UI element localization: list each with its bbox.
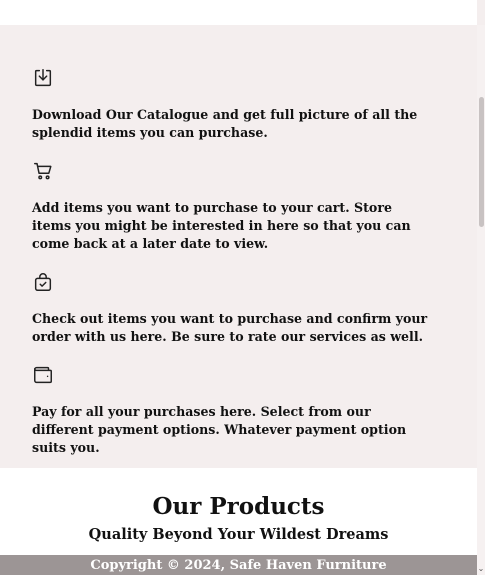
feature-payment: Pay for all your purchases here. Select … [32, 364, 432, 457]
products-title: Our Products [152, 493, 325, 520]
footer: Copyright © 2024, Safe Haven Furniture [0, 555, 477, 575]
scroll-down-arrow[interactable]: ⌄ [477, 563, 485, 575]
wallet-icon[interactable] [32, 364, 54, 386]
shopping-bag-check-icon[interactable] [32, 271, 54, 293]
feature-download-text: Download Our Catalogue and get full pict… [32, 107, 418, 140]
products-subtitle: Quality Beyond Your Wildest Dreams [88, 526, 389, 543]
scrollbar-thumb[interactable] [479, 97, 484, 227]
cart-icon[interactable] [32, 160, 54, 182]
scrollbar[interactable]: ⌄ [477, 25, 485, 575]
feature-cart-text: Add items you want to purchase to your c… [32, 200, 411, 251]
products-section: Our Products Quality Beyond Your Wildest… [0, 468, 477, 555]
feature-checkout-text: Check out items you want to purchase and… [32, 311, 428, 344]
features-section: Download Our Catalogue and get full pict… [0, 25, 477, 468]
top-section-edge [0, 0, 477, 26]
top-gap [477, 0, 485, 25]
footer-copyright: Copyright © 2024, Safe Haven Furniture [90, 558, 387, 573]
download-icon[interactable] [32, 67, 54, 89]
feature-payment-text: Pay for all your purchases here. Select … [32, 404, 407, 455]
feature-download: Download Our Catalogue and get full pict… [32, 67, 432, 142]
feature-cart: Add items you want to purchase to your c… [32, 160, 432, 253]
feature-checkout: Check out items you want to purchase and… [32, 271, 432, 346]
